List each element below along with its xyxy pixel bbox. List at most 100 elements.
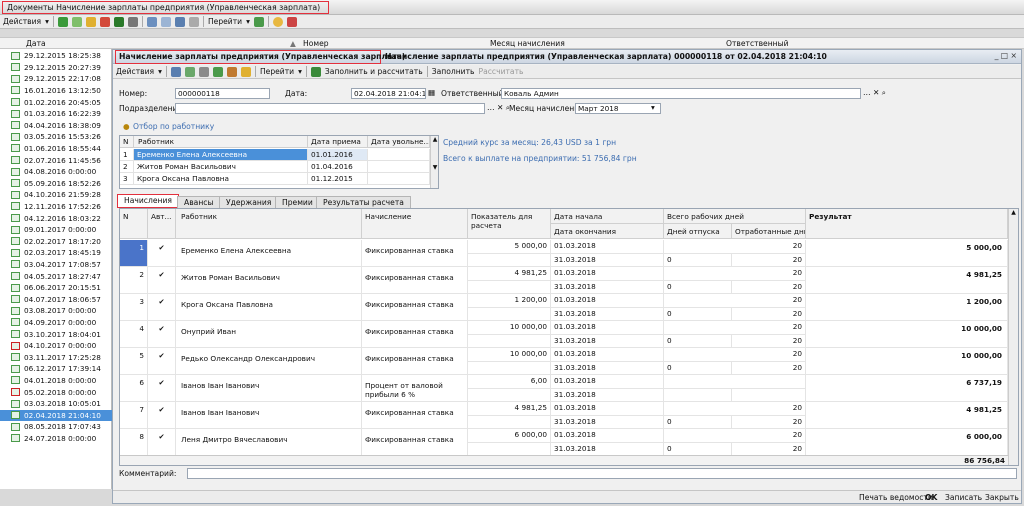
- list-item[interactable]: 04.04.2016 18:38:09: [0, 120, 112, 131]
- emp-scrollbar[interactable]: ▲ ▼: [430, 136, 438, 188]
- list-item[interactable]: 04.10.2016 21:59:28: [0, 189, 112, 200]
- dt-kt-icon[interactable]: [212, 66, 223, 77]
- list-item[interactable]: 03.11.2017 17:25:28: [0, 352, 112, 363]
- save-button[interactable]: Записать: [945, 493, 982, 502]
- actions-menu[interactable]: Действия: [3, 17, 41, 26]
- list-item-date: 01.06.2016 18:55:44: [24, 143, 101, 153]
- tab-deductions[interactable]: Удержания: [219, 196, 279, 208]
- tab-advances[interactable]: Авансы: [177, 196, 221, 208]
- acc-row-indicator-blank: [468, 388, 551, 402]
- list-item[interactable]: 08.05.2018 17:07:43: [0, 421, 112, 432]
- acc-row-n: 1: [120, 240, 148, 267]
- list-item[interactable]: 29.12.2015 22:17:08: [0, 73, 112, 84]
- list-item[interactable]: 03.05.2016 15:53:26: [0, 131, 112, 142]
- number-field[interactable]: 000000118: [175, 88, 270, 99]
- doc-goto-menu[interactable]: Перейти: [260, 67, 294, 76]
- accruals-scrollbar[interactable]: ▲: [1008, 209, 1018, 465]
- add-icon[interactable]: [57, 16, 68, 27]
- month-dropdown-icon[interactable]: ▾: [651, 103, 655, 112]
- col-responsible[interactable]: Ответственный: [726, 39, 789, 48]
- calc-button[interactable]: Рассчитать: [479, 67, 524, 76]
- responsible-field[interactable]: Коваль Админ: [501, 88, 861, 99]
- list-item[interactable]: 04.10.2017 0:00:00: [0, 340, 112, 351]
- filter-icon[interactable]: [146, 16, 157, 27]
- list-item[interactable]: 03.04.2017 17:08:57: [0, 259, 112, 270]
- refresh-icon[interactable]: [253, 16, 264, 27]
- month-field[interactable]: Март 2018: [575, 103, 661, 114]
- list-item[interactable]: 02.03.2017 18:45:19: [0, 247, 112, 258]
- list-item[interactable]: 02.02.2017 18:17:20: [0, 236, 112, 247]
- col-number[interactable]: Номер: [303, 39, 329, 48]
- goto-menu[interactable]: Перейти: [208, 17, 242, 26]
- post-doc-icon[interactable]: [170, 66, 181, 77]
- list-item[interactable]: 04.08.2016 0:00:00: [0, 166, 112, 177]
- list-item[interactable]: 16.01.2016 13:12:50: [0, 85, 112, 96]
- acc-row-indicator-blank: [468, 280, 551, 294]
- acc-row-start: 01.03.2018: [551, 348, 664, 362]
- close-button[interactable]: Закрыть: [985, 493, 1019, 502]
- unpost-icon[interactable]: [127, 16, 138, 27]
- ok-button[interactable]: OK: [925, 493, 937, 502]
- structure-icon[interactable]: [226, 66, 237, 77]
- list-item[interactable]: 05.09.2016 18:52:26: [0, 178, 112, 189]
- post-icon[interactable]: [113, 16, 124, 27]
- print-icon[interactable]: [198, 66, 209, 77]
- list-item[interactable]: 06.06.2017 20:15:51: [0, 282, 112, 293]
- edit-icon[interactable]: [85, 16, 96, 27]
- list-item[interactable]: 03.03.2018 10:05:01: [0, 398, 112, 409]
- list-item[interactable]: 24.07.2018 0:00:00: [0, 433, 112, 444]
- copy-icon[interactable]: [71, 16, 82, 27]
- list-item[interactable]: 12.11.2016 17:52:26: [0, 201, 112, 212]
- responsible-select-icon[interactable]: … ✕ ⌕: [863, 88, 886, 98]
- window-controls[interactable]: _ □ ×: [995, 51, 1017, 60]
- tab-results[interactable]: Результаты расчета: [316, 196, 411, 208]
- list-item[interactable]: 02.04.2018 21:04:10: [0, 409, 112, 421]
- tab-accruals[interactable]: Начисления: [117, 194, 179, 208]
- print-statement-button[interactable]: Печать ведомости: [859, 493, 933, 502]
- acc-row-accrual: Фиксированная ставка: [362, 402, 468, 429]
- list-item[interactable]: 03.08.2017 0:00:00: [0, 305, 112, 316]
- comment-field[interactable]: [187, 468, 1017, 479]
- help-icon[interactable]: [272, 16, 283, 27]
- tree-icon[interactable]: [174, 16, 185, 27]
- list-item[interactable]: 04.09.2017 0:00:00: [0, 317, 112, 328]
- delete-icon[interactable]: [99, 16, 110, 27]
- history-icon[interactable]: [240, 66, 251, 77]
- list-item[interactable]: 04.01.2018 0:00:00: [0, 375, 112, 386]
- acc-row-employee: Еременко Елена Алексеевна: [176, 240, 362, 267]
- window-title: Документы Начисление зарплаты предприяти…: [2, 1, 329, 14]
- filter-clear-icon[interactable]: [160, 16, 171, 27]
- doc-actions-menu[interactable]: Действия: [116, 67, 154, 76]
- department-select-icon[interactable]: … ✕ ⌕: [487, 103, 510, 113]
- report-icon[interactable]: [286, 16, 297, 27]
- list-item[interactable]: 03.10.2017 18:04:01: [0, 328, 112, 339]
- list-item[interactable]: 04.05.2017 18:27:47: [0, 270, 112, 281]
- list-item[interactable]: 06.12.2017 17:39:14: [0, 363, 112, 374]
- department-field[interactable]: [175, 103, 485, 114]
- list-item[interactable]: 02.07.2016 11:45:56: [0, 154, 112, 165]
- list-item[interactable]: 01.03.2016 16:22:39: [0, 108, 112, 119]
- list-item[interactable]: 01.02.2016 20:45:05: [0, 96, 112, 107]
- list-item-date: 06.12.2017 17:39:14: [24, 364, 101, 374]
- acc-row-end: 31.03.2018: [551, 361, 664, 375]
- acc-row-auto-check: ✔: [148, 429, 176, 456]
- fill-calc-button[interactable]: Заполнить и рассчитать: [325, 67, 423, 76]
- list-item[interactable]: 04.07.2017 18:06:57: [0, 294, 112, 305]
- save-doc-icon[interactable]: [184, 66, 195, 77]
- calendar-icon[interactable]: ▦: [428, 88, 435, 97]
- list-item[interactable]: 29.12.2015 18:25:38: [0, 50, 112, 61]
- date-field[interactable]: 02.04.2018 21:04:10: [351, 88, 426, 99]
- fill-button[interactable]: Заполнить: [432, 67, 475, 76]
- list-item[interactable]: 04.12.2016 18:03:22: [0, 212, 112, 223]
- funnel-icon[interactable]: [188, 16, 199, 27]
- col-month[interactable]: Месяц начисления: [490, 39, 565, 48]
- fill-calc-icon: [310, 66, 321, 77]
- col-date[interactable]: Дата: [26, 39, 46, 48]
- list-item[interactable]: 01.06.2016 18:55:44: [0, 143, 112, 154]
- tab-bonuses[interactable]: Премии: [275, 196, 320, 208]
- list-item[interactable]: 29.12.2015 20:27:39: [0, 62, 112, 73]
- list-item[interactable]: 09.01.2017 0:00:00: [0, 224, 112, 235]
- acc-row-end: 31.03.2018: [551, 442, 664, 456]
- list-item[interactable]: 05.02.2018 0:00:00: [0, 386, 112, 397]
- filter-by-employee-link[interactable]: Отбор по работнику: [133, 122, 214, 131]
